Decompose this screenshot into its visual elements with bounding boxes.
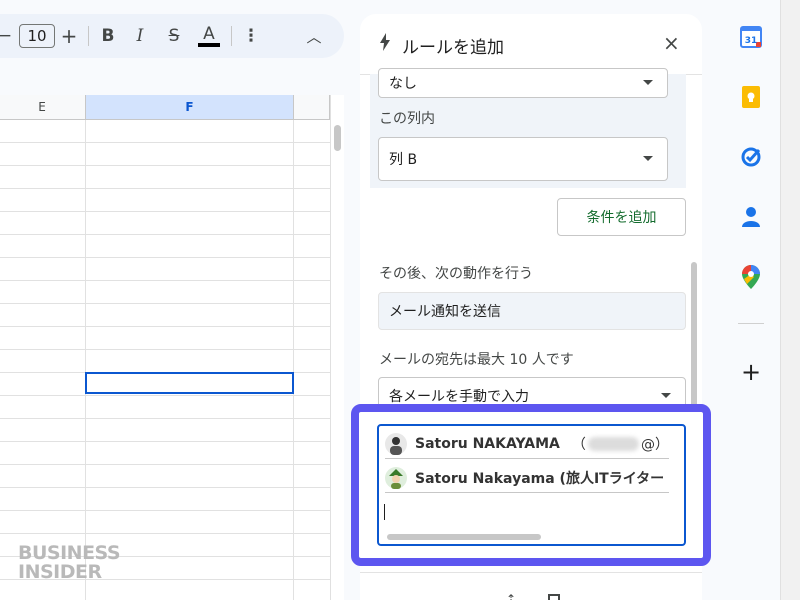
column-header-e[interactable]: E (0, 95, 86, 120)
add-addon-icon[interactable]: + (740, 358, 762, 386)
column-header-f[interactable]: F (86, 95, 294, 120)
text-color-button[interactable]: A (197, 14, 221, 58)
footer-icon[interactable] (548, 594, 560, 600)
action-select[interactable]: メール通知を送信 (378, 292, 686, 330)
more-options-icon[interactable]: ⋮ (240, 14, 262, 58)
format-toolbar: − 10 + B I S A ⋮ ︿ (0, 14, 344, 58)
app-root: − 10 + B I S A ⋮ ︿ E F BUSINESS INSIDER … (0, 0, 800, 600)
strikethrough-button[interactable]: S (163, 14, 185, 58)
chevron-down-icon (643, 156, 653, 161)
chevron-down-icon (661, 393, 671, 398)
column-select-value: 列 B (389, 152, 418, 168)
panel-footer-divider (360, 572, 702, 573)
window-scrollbar[interactable] (780, 0, 800, 600)
italic-button[interactable]: I (129, 14, 151, 58)
increase-font-size-button[interactable]: + (58, 14, 80, 58)
blurred-email (587, 436, 639, 451)
recipient-name: Satoru NAKAYAMA (415, 435, 560, 452)
close-icon[interactable]: × (663, 31, 680, 55)
column-header-g[interactable] (294, 95, 330, 120)
recipient-mode-value: 各メールを手動で入力 (389, 389, 529, 405)
keep-icon[interactable] (740, 86, 762, 108)
text-color-icon: A (203, 23, 215, 44)
contacts-icon[interactable] (740, 206, 762, 228)
grid-lines (0, 120, 330, 600)
calendar-icon[interactable]: 31 (740, 26, 762, 48)
condition-select[interactable]: なし (378, 68, 668, 98)
recipient-chip[interactable]: Satoru NAKAYAMA （ @） (385, 429, 669, 459)
toolbar-divider (231, 26, 232, 46)
font-size-input[interactable]: 10 (19, 24, 55, 48)
condition-select-value: なし (389, 76, 417, 92)
recipient-name: Satoru Nakayama (旅人ITライター・ (415, 470, 669, 487)
then-label: その後、次の動作を行う (379, 266, 533, 282)
text-cursor (384, 504, 385, 520)
side-panel-rail: 31 + (722, 0, 780, 600)
text-color-bar (198, 42, 220, 47)
panel-title: ルールを追加 (402, 38, 504, 58)
spreadsheet-grid[interactable]: E F (0, 95, 344, 600)
chevron-down-icon (643, 80, 653, 85)
recipients-limit-label: メールの宛先は最大 10 人です (379, 352, 574, 368)
sheet-vertical-scrollbar[interactable] (330, 95, 344, 600)
recipient-email-prefix: （ (571, 436, 586, 453)
rail-divider (738, 323, 764, 324)
maps-icon[interactable] (740, 265, 762, 289)
recipient-chip[interactable]: Satoru Nakayama (旅人ITライター・ (385, 463, 669, 493)
recipients-horizontal-scrollbar[interactable] (387, 534, 541, 540)
business-insider-logo: BUSINESS INSIDER (18, 544, 121, 583)
toolbar-divider (88, 26, 89, 46)
lightning-icon (379, 33, 391, 56)
column-select[interactable]: 列 B (378, 137, 668, 181)
logo-line-2: INSIDER (18, 561, 102, 583)
sheet-scroll-thumb[interactable] (334, 125, 341, 151)
footer-icon[interactable]: ⇡ (506, 592, 516, 600)
action-value: メール通知を送信 (389, 304, 501, 320)
avatar (385, 466, 407, 489)
add-condition-button[interactable]: 条件を追加 (557, 198, 686, 236)
decrease-font-size-button[interactable]: − (0, 14, 12, 58)
tasks-icon[interactable] (740, 146, 762, 168)
avatar (385, 432, 407, 455)
recipient-email-suffix: @） (641, 436, 669, 453)
collapse-toolbar-icon[interactable]: ︿ (302, 14, 326, 58)
bold-button[interactable]: B (97, 14, 119, 58)
recipients-input[interactable]: Satoru NAKAYAMA （ @） Satoru Nakayama (旅人… (377, 424, 686, 546)
selected-cell[interactable] (85, 372, 294, 394)
column-label: この列内 (379, 111, 435, 127)
calendar-day: 31 (745, 36, 758, 46)
